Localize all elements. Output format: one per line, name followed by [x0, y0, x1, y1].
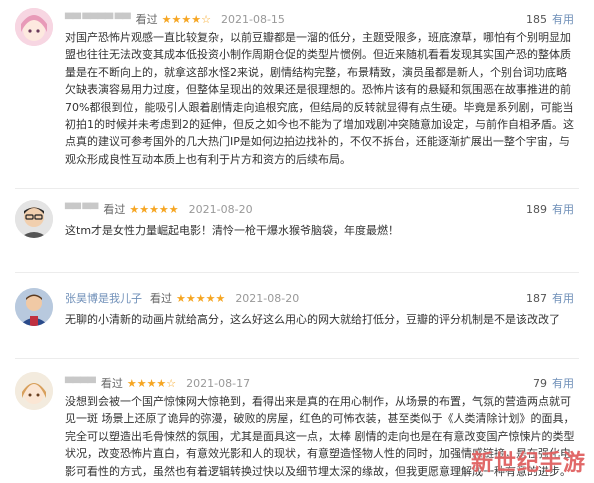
review-date: 2021-08-15 — [220, 12, 285, 26]
rating-stars: ★★★★☆ — [126, 376, 177, 390]
divider — [15, 188, 579, 189]
useful-vote[interactable]: 189 有用 — [526, 200, 574, 218]
username-link[interactable]: 张昊博是我儿子 — [65, 290, 142, 306]
username-link[interactable]: ▀▀▀▀ — [65, 377, 96, 390]
useful-button[interactable]: 有用 — [552, 201, 574, 217]
review-card: 张昊博是我儿子 看过 ★★★★★ 2021-08-20 187 有用 无聊的小清… — [0, 280, 594, 350]
divider — [15, 358, 579, 359]
review-meta: ▀▀▀▀ 看过 ★★★★☆ 2021-08-17 — [65, 374, 250, 392]
rating-stars: ★★★★☆ — [161, 12, 211, 26]
useful-button[interactable]: 有用 — [552, 290, 574, 306]
avatar[interactable] — [15, 288, 53, 326]
anime-avatar-icon — [15, 8, 53, 46]
review-meta: ▀▀ ▀▀▀▀ ▀▀ 看过 ★★★★☆ 2021-08-15 — [65, 10, 285, 28]
review-date: 2021-08-20 — [188, 202, 253, 216]
review-text: 无聊的小清新的动画片就给高分，这么好这么用心的网大就给打低分，豆瓣的评分机制是不… — [65, 313, 560, 326]
person-avatar-icon — [15, 288, 53, 326]
rating-stars: ★★★★★ — [176, 291, 226, 305]
watch-status: 看过 — [103, 203, 126, 216]
useful-vote[interactable]: 79 有用 — [533, 374, 574, 392]
username-link[interactable]: ▀▀ ▀▀▀▀ ▀▀ — [65, 13, 131, 26]
site-watermark: 新世纪手游 — [470, 451, 586, 476]
avatar[interactable] — [15, 200, 53, 238]
review-date: 2021-08-20 — [235, 291, 300, 305]
review-date: 2021-08-17 — [186, 376, 251, 390]
useful-vote[interactable]: 185 有用 — [526, 10, 574, 28]
useful-count: 189 — [526, 202, 547, 216]
useful-vote[interactable]: 187 有用 — [526, 289, 574, 307]
avatar[interactable] — [15, 372, 53, 410]
person-avatar-icon — [15, 200, 53, 238]
review-meta: 张昊博是我儿子 看过 ★★★★★ 2021-08-20 — [65, 289, 299, 307]
anime-avatar-icon — [15, 372, 53, 410]
username-link[interactable]: ▀▀ ▀▀ — [65, 203, 98, 216]
review-card: ▀▀ ▀▀ 看过 ★★★★★ 2021-08-20 189 有用 这tm才是女性… — [0, 196, 594, 266]
watch-status: 看过 — [135, 13, 158, 26]
avatar[interactable] — [15, 8, 53, 46]
useful-button[interactable]: 有用 — [552, 375, 574, 391]
review-card: ▀▀ ▀▀▀▀ ▀▀ 看过 ★★★★☆ 2021-08-15 185 有用 对国… — [0, 0, 594, 166]
useful-count: 79 — [533, 376, 547, 390]
review-text: 对国产恐怖片观感一直比较复杂，以前豆瓣都是一溜的低分，主题受限多，班底潦草，哪怕… — [65, 31, 574, 166]
useful-button[interactable]: 有用 — [552, 11, 574, 27]
useful-count: 185 — [526, 12, 547, 26]
divider — [15, 272, 579, 273]
useful-count: 187 — [526, 291, 547, 305]
watch-status: 看过 — [150, 292, 172, 305]
watch-status: 看过 — [100, 377, 123, 390]
review-meta: ▀▀ ▀▀ 看过 ★★★★★ 2021-08-20 — [65, 200, 253, 218]
rating-stars: ★★★★★ — [129, 202, 179, 216]
review-text: 这tm才是女性力量崛起电影！清怜一枪干爆水猴爷脑袋，年度最燃！ — [65, 224, 400, 237]
